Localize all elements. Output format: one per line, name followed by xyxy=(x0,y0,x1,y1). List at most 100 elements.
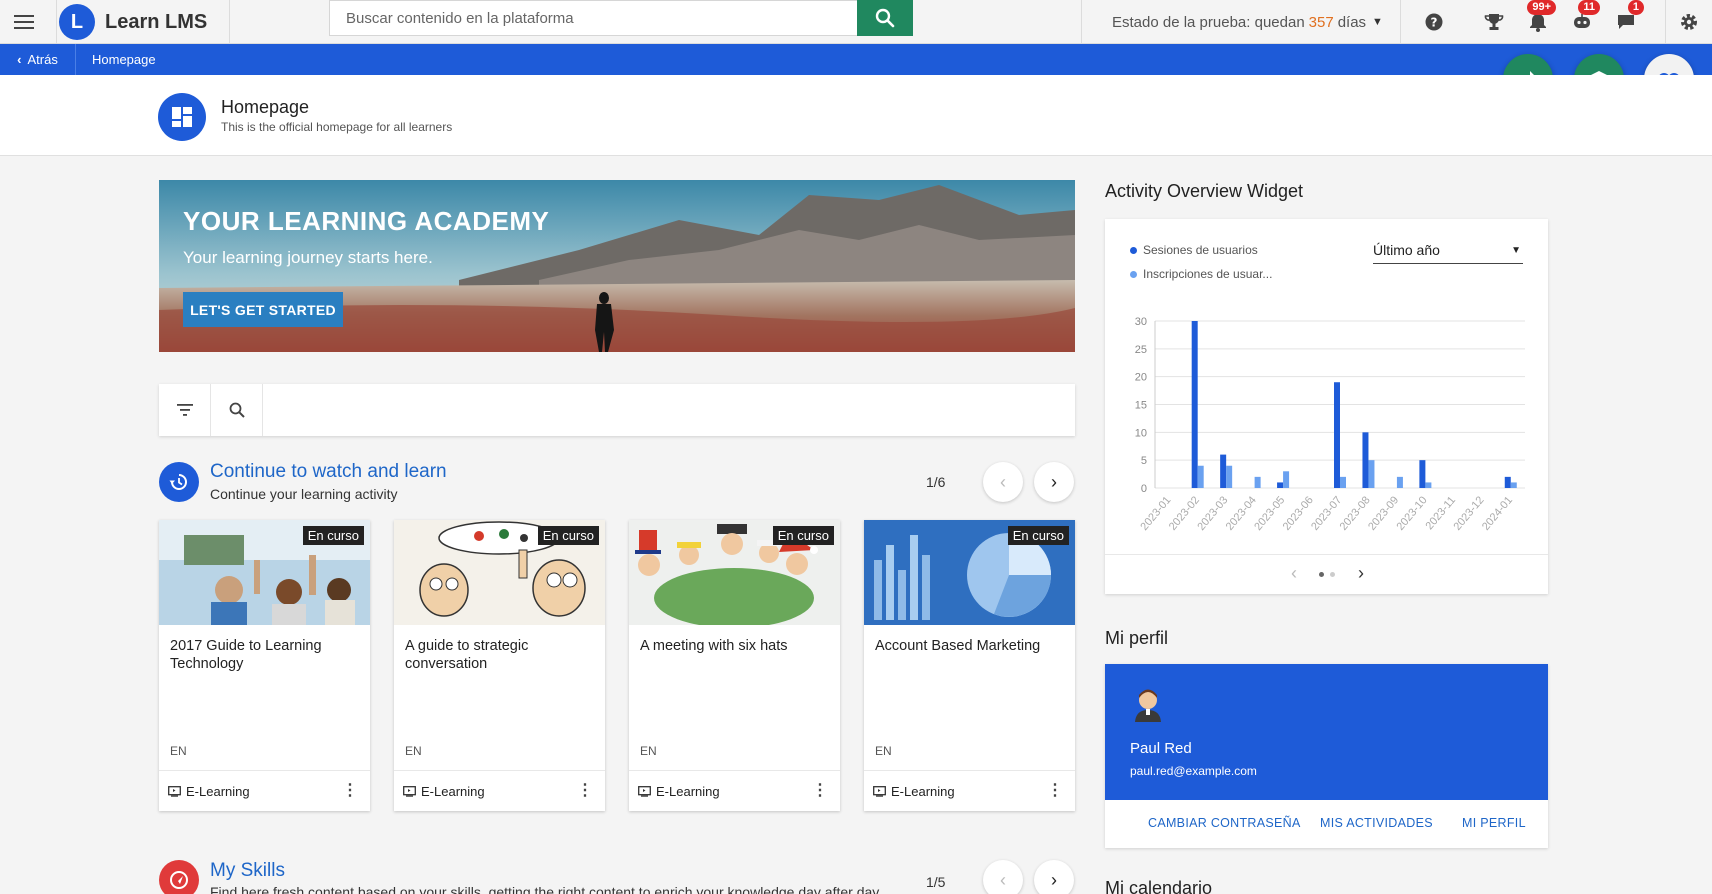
bar xyxy=(1340,476,1346,488)
settings-button[interactable] xyxy=(1665,0,1712,44)
history-icon xyxy=(159,462,199,502)
continue-pager: 1/6 xyxy=(926,474,946,490)
elearning-icon xyxy=(638,785,651,797)
skills-icon xyxy=(159,860,199,894)
chart-prev-button[interactable]: ‹ xyxy=(1291,563,1297,584)
y-tick-label: 5 xyxy=(1141,455,1147,467)
bar xyxy=(1425,482,1432,488)
skills-section-subtitle: Find here fresh content based on your sk… xyxy=(210,884,880,894)
bell-icon xyxy=(1530,13,1546,32)
dashboard-icon xyxy=(158,93,206,141)
back-label: Atrás xyxy=(27,52,58,67)
classroom-thumbnail: En curso xyxy=(159,520,370,625)
hero-subtitle: Your learning journey starts here. xyxy=(183,248,433,267)
messages-button[interactable]: 11 xyxy=(1562,0,1602,44)
hero-banner: YOUR LEARNING ACADEMY Your learning jour… xyxy=(159,180,1075,352)
brand[interactable]: L Learn LMS xyxy=(56,0,230,44)
skills-section-title[interactable]: My Skills xyxy=(210,860,285,882)
profile-email: paul.red@example.com xyxy=(1130,764,1257,778)
y-tick-label: 0 xyxy=(1141,483,1147,495)
get-started-button[interactable]: LET'S GET STARTED xyxy=(183,292,343,327)
continue-next-button[interactable]: › xyxy=(1034,462,1074,502)
card-footer: E-Learning ⋮ xyxy=(864,770,1075,811)
card-type: E-Learning xyxy=(186,783,250,799)
course-card[interactable]: En curso A meeting with six hats EN E-Le… xyxy=(629,520,840,811)
status-badge: En curso xyxy=(772,526,834,545)
status-badge: En curso xyxy=(537,526,599,545)
notifications-button[interactable]: 99+ xyxy=(1518,0,1558,44)
card-title: A guide to strategic conversation xyxy=(405,638,529,672)
menu-icon[interactable] xyxy=(0,0,47,44)
activity-bar-chart: 0510152025302023-012023-022023-032023-04… xyxy=(1135,316,1525,533)
profile-header: Paul Red paul.red@example.com xyxy=(1105,664,1548,800)
card-type: E-Learning xyxy=(656,783,720,799)
page-title: Homepage xyxy=(221,97,310,117)
filter-button[interactable] xyxy=(159,384,211,436)
breadcrumb-current[interactable]: Homepage xyxy=(92,52,156,67)
y-tick-label: 25 xyxy=(1135,344,1147,356)
my-activities-link[interactable]: MIS ACTIVIDADES xyxy=(1320,816,1433,830)
bar xyxy=(1510,482,1517,488)
continue-prev-button[interactable]: ‹ xyxy=(983,462,1023,502)
card-title: 2017 Guide to Learning Technology xyxy=(170,638,322,672)
card-footer: E-Learning ⋮ xyxy=(159,770,370,811)
trial-status-dropdown[interactable]: Estado de la prueba: quedan 357 días ▼ xyxy=(1081,0,1401,44)
skills-pager: 1/5 xyxy=(926,874,946,890)
card-language: EN xyxy=(640,744,657,758)
brand-name: Learn LMS xyxy=(105,10,208,33)
elearning-icon xyxy=(873,785,886,797)
caret-down-icon: ▼ xyxy=(1372,16,1383,28)
back-button[interactable]: ‹ Atrás xyxy=(0,44,76,75)
status-badge: En curso xyxy=(1007,526,1069,545)
trial-prefix: Estado de la prueba: quedan xyxy=(1112,13,1305,31)
more-vertical-icon[interactable]: ⋮ xyxy=(1047,783,1063,799)
catalog-search-button[interactable] xyxy=(211,384,263,436)
course-card[interactable]: En curso 2017 Guide to Learning Technolo… xyxy=(159,520,370,811)
help-icon[interactable]: ? xyxy=(1414,0,1454,44)
catalog-filter-bar xyxy=(159,384,1075,436)
skills-next-button[interactable]: › xyxy=(1034,860,1074,894)
elearning-icon xyxy=(403,785,416,797)
chart-pager: ‹ › xyxy=(1105,554,1548,594)
bar xyxy=(1191,321,1198,488)
catalog-search-input[interactable] xyxy=(263,384,1075,436)
chevron-left-icon: ‹ xyxy=(1000,869,1006,890)
card-language: EN xyxy=(170,744,187,758)
change-password-link[interactable]: CAMBIAR CONTRASEÑA xyxy=(1148,816,1301,830)
course-card[interactable]: En curso A guide to strategic conversati… xyxy=(394,520,605,811)
continue-section-title[interactable]: Continue to watch and learn xyxy=(210,461,447,483)
profile-name: Paul Red xyxy=(1130,740,1192,757)
bar xyxy=(1368,460,1375,488)
page-dot-active[interactable] xyxy=(1319,572,1324,577)
bar xyxy=(1226,465,1233,488)
bar xyxy=(1197,465,1204,488)
skills-prev-button[interactable]: ‹ xyxy=(983,860,1023,894)
card-type: E-Learning xyxy=(421,783,485,799)
six-hats-meeting-thumbnail: En curso xyxy=(629,520,840,625)
my-profile-link[interactable]: MI PERFIL xyxy=(1462,816,1526,830)
trial-days: 357 xyxy=(1308,13,1334,31)
more-vertical-icon[interactable]: ⋮ xyxy=(812,783,828,799)
chevron-left-icon: ‹ xyxy=(1000,471,1006,492)
card-language: EN xyxy=(405,744,422,758)
trial-suffix: días xyxy=(1337,13,1367,31)
chat-button[interactable]: 1 xyxy=(1606,0,1646,44)
card-title: A meeting with six hats xyxy=(640,638,788,654)
robot-chat-icon xyxy=(1574,14,1590,28)
more-vertical-icon[interactable]: ⋮ xyxy=(577,783,593,799)
card-title: Account Based Marketing xyxy=(875,638,1041,654)
search-input[interactable] xyxy=(330,1,857,35)
chart-next-button[interactable]: › xyxy=(1358,563,1364,584)
filter-icon xyxy=(176,404,193,416)
analytics-thumbnail: En curso xyxy=(864,520,1075,625)
trophy-icon[interactable] xyxy=(1474,0,1514,44)
bar xyxy=(1362,432,1369,488)
course-card[interactable]: En curso Account Based Marketing EN E-Le… xyxy=(864,520,1075,811)
y-tick-label: 15 xyxy=(1135,400,1147,412)
bar xyxy=(1283,471,1290,488)
more-vertical-icon[interactable]: ⋮ xyxy=(342,783,358,799)
page-header: Homepage This is the official homepage f… xyxy=(0,75,1712,156)
page-dot[interactable] xyxy=(1330,572,1335,577)
chat-badge: 1 xyxy=(1627,0,1644,15)
search-button[interactable] xyxy=(857,0,913,36)
